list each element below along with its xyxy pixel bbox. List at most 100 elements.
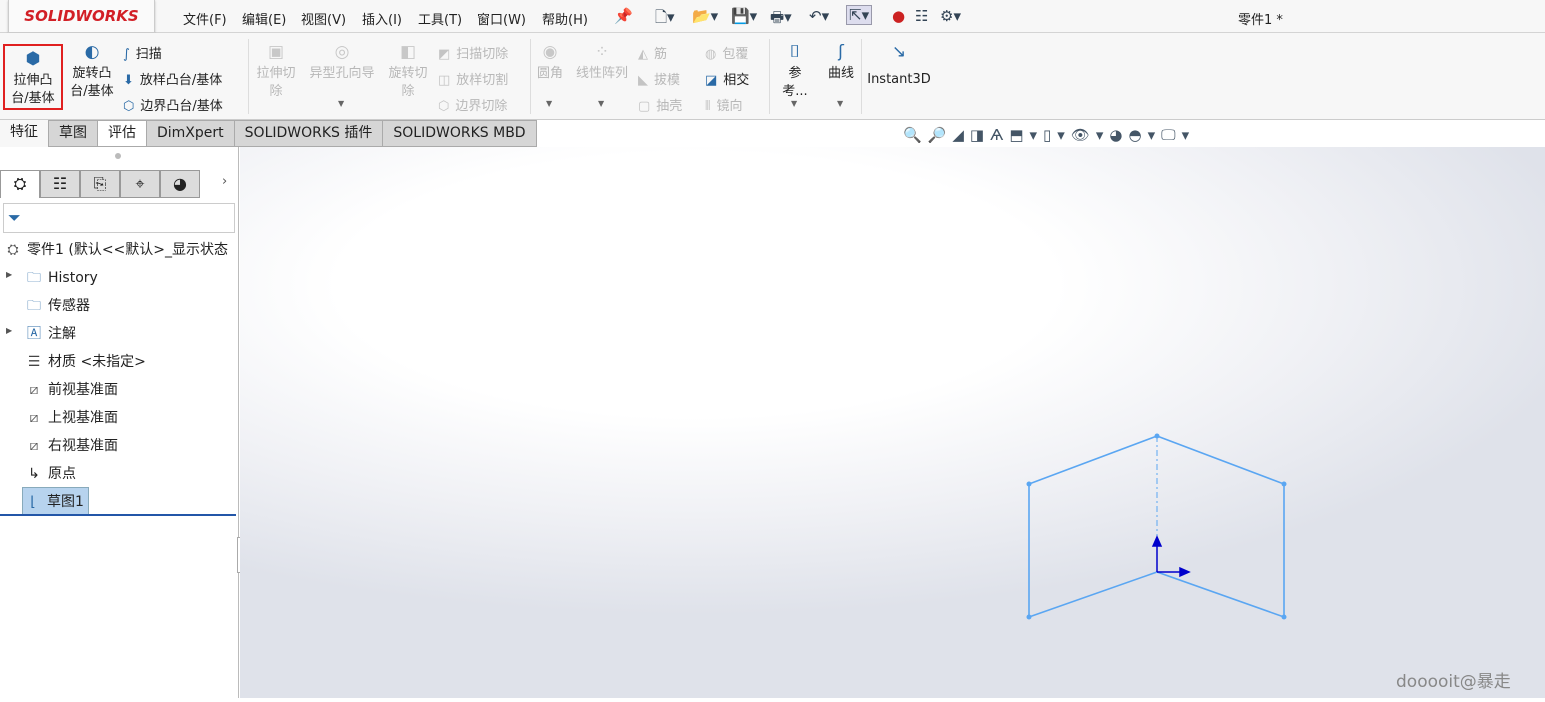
display-manager-tab[interactable]: ◕ — [160, 170, 200, 198]
expand-arrow-icon[interactable]: ▶ — [6, 326, 12, 335]
watermark: dooooit@暴走 — [1396, 672, 1511, 692]
hole-wizard-button[interactable]: ◎ 异型孔向导 — [305, 43, 379, 83]
tree-item-front-plane[interactable]: ⧄ 前视基准面 — [24, 379, 118, 399]
select-icon[interactable]: ⇱▾ — [846, 5, 873, 25]
rib-button[interactable]: ◭ 筋 — [638, 43, 667, 62]
menu-window[interactable]: 窗口(W) — [477, 9, 526, 28]
dynamic-annotation-icon[interactable]: Ѧ — [990, 126, 1009, 144]
extrude-boss-button[interactable]: ⬢ 拉伸凸台/基体 — [3, 44, 63, 110]
sketch-endpoints — [1026, 433, 1287, 620]
view-settings-icon[interactable]: 🖵▾ — [1161, 126, 1195, 144]
sketch-origin-icon — [1151, 535, 1191, 578]
tab-dimxpert[interactable]: DimXpert — [147, 120, 235, 147]
draft-button[interactable]: ◣ 拔模 — [638, 69, 680, 88]
hole-wizard-dropdown[interactable]: ▼ — [338, 99, 344, 108]
dimxpert-manager-tab[interactable]: ⌖ — [120, 170, 160, 198]
configuration-manager-tab[interactable]: ⎘ — [80, 170, 120, 198]
reference-dropdown[interactable]: ▼ — [791, 99, 797, 108]
section-view-icon[interactable]: ◨ — [970, 126, 990, 144]
tab-evaluate[interactable]: 评估 — [98, 120, 147, 147]
mirror-button[interactable]: ⫴ 镜向 — [705, 95, 742, 114]
zoom-area-icon[interactable]: 🔎 — [928, 126, 953, 144]
intersect-button[interactable]: ◪ 相交 — [705, 69, 749, 88]
hole-wizard-icon: ◎ — [334, 42, 350, 62]
fillet-dropdown[interactable]: ▼ — [546, 99, 552, 108]
pin-icon[interactable]: 📌 — [614, 7, 633, 25]
undo-icon[interactable]: ↶▾ — [809, 7, 829, 25]
expand-arrow-icon[interactable]: ▶ — [6, 270, 12, 279]
tree-root-part[interactable]: ⛭ 零件1 (默认<<默认>_显示状态 — [3, 239, 228, 259]
menu-help[interactable]: 帮助(H) — [542, 9, 588, 28]
display-style-icon[interactable]: ▯▾ — [1043, 126, 1071, 144]
options-icon[interactable]: ⚙▾ — [940, 7, 961, 25]
boundary-boss-button[interactable]: ⬡ 边界凸台/基体 — [123, 95, 223, 114]
print-icon[interactable]: 🖶▾ — [770, 7, 792, 32]
open-icon[interactable]: 📂▾ — [692, 7, 718, 25]
sweep-button[interactable]: ∫ 扫描 — [123, 43, 162, 62]
chevron-right-icon[interactable]: › — [222, 174, 227, 189]
menu-view[interactable]: 视图(V) — [301, 9, 346, 28]
curves-button[interactable]: ʃ 曲线 — [826, 43, 856, 83]
swept-cut-button[interactable]: ◩ 扫描切除 — [438, 43, 508, 62]
revolve-icon: ◐ — [84, 42, 100, 62]
tree-item-history[interactable]: 🗀 History — [24, 267, 98, 291]
wrap-button[interactable]: ◍ 包覆 — [705, 43, 748, 62]
sketch-outline — [1028, 435, 1285, 619]
heads-up-view-toolbar: 🔍🔎◢◨Ѧ⬒▾▯▾👁▾◕◓▾🖵▾ — [903, 126, 1195, 144]
filter-icon: ⏷ — [8, 208, 21, 227]
property-manager-tab[interactable]: ☷ — [40, 170, 80, 198]
menu-edit[interactable]: 编辑(E) — [242, 9, 286, 28]
shell-button[interactable]: ▢ 抽壳 — [638, 95, 682, 114]
extrude-icon: ⬢ — [25, 49, 41, 69]
zoom-to-fit-icon[interactable]: 🔍 — [903, 126, 928, 144]
tab-addins[interactable]: SOLIDWORKS 插件 — [234, 120, 384, 147]
tree-item-sketch1[interactable]: ⌊ 草图1 — [22, 487, 89, 515]
origin-icon: ↳ — [28, 466, 40, 482]
graphics-area[interactable] — [240, 147, 1545, 698]
instant3d-icon: ↘ — [891, 42, 907, 62]
instant3d-button[interactable]: ↘ Instant3D — [866, 43, 932, 89]
revolve-cut-button[interactable]: ◧ 旋转切除 — [385, 43, 431, 101]
linear-pattern-button[interactable]: ⁘ 线性阵列 — [572, 43, 632, 83]
tree-item-right-plane[interactable]: ⧄ 右视基准面 — [24, 435, 118, 455]
tab-features[interactable]: 特征 — [0, 120, 49, 147]
menu-tools[interactable]: 工具(T) — [418, 9, 462, 28]
menu-file[interactable]: 文件(F) — [183, 9, 227, 28]
menu-insert[interactable]: 插入(I) — [362, 9, 402, 28]
previous-view-icon[interactable]: ◢ — [952, 126, 970, 144]
reference-geometry-button[interactable]: ⌷ 参考... — [776, 43, 814, 101]
extrude-cut-button[interactable]: ▣ 拉伸切除 — [253, 43, 299, 101]
edit-appearance-icon[interactable]: ◕ — [1109, 126, 1128, 144]
tree-item-annotations[interactable]: 🄰 注解 — [24, 323, 76, 343]
curves-dropdown[interactable]: ▼ — [837, 99, 843, 108]
tab-sketch[interactable]: 草图 — [49, 120, 98, 147]
new-icon[interactable]: 🗋▾ — [655, 7, 675, 32]
tree-item-origin[interactable]: ↳ 原点 — [24, 463, 76, 483]
view-orientation-icon[interactable]: ⬒▾ — [1009, 126, 1043, 144]
save-icon[interactable]: 💾▾ — [731, 7, 757, 25]
file-properties-icon[interactable]: ☷ — [915, 7, 928, 25]
sensors-folder-icon: 🗀 — [27, 298, 41, 314]
tree-item-material[interactable]: ☰ 材质 <未指定> — [24, 351, 146, 371]
tree-filter-input[interactable]: ⏷ — [3, 203, 235, 233]
linear-pattern-icon: ⁘ — [594, 42, 610, 62]
solidworks-logo[interactable]: SOLIDWORKS — [8, 0, 155, 33]
fillet-button[interactable]: ◉ 圆角 — [534, 43, 566, 83]
loft-button[interactable]: ⬇ 放样凸台/基体 — [123, 69, 222, 88]
tab-mbd[interactable]: SOLIDWORKS MBD — [383, 120, 537, 147]
rib-icon: ◭ — [638, 47, 648, 62]
tree-item-sensors[interactable]: 🗀 传感器 — [24, 295, 90, 319]
scene-icon[interactable]: ◓▾ — [1128, 126, 1161, 144]
pattern-dropdown[interactable]: ▼ — [598, 99, 604, 108]
intersect-icon: ◪ — [705, 73, 718, 88]
sketch-canvas[interactable] — [240, 147, 1545, 698]
feature-manager-tab[interactable]: ⛭ — [0, 170, 40, 198]
boundary-cut-button[interactable]: ⬡ 边界切除 — [438, 95, 507, 114]
hide-show-icon[interactable]: 👁▾ — [1071, 126, 1110, 144]
rebuild-icon[interactable]: ● — [892, 7, 905, 25]
lofted-cut-button[interactable]: ◫ 放样切割 — [438, 69, 508, 88]
rollback-bar[interactable] — [0, 514, 236, 516]
revolve-boss-button[interactable]: ◐ 旋转凸台/基体 — [66, 43, 118, 101]
panel-grip[interactable] — [115, 153, 121, 159]
tree-item-top-plane[interactable]: ⧄ 上视基准面 — [24, 407, 118, 427]
